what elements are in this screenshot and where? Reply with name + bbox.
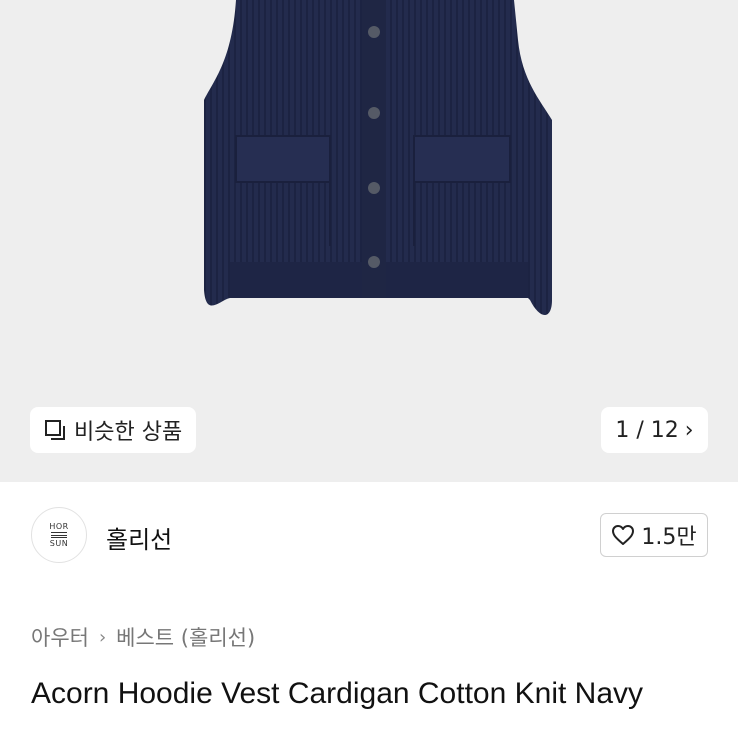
vest-button [368,107,380,119]
store-logo[interactable]: HOR SUN [31,507,87,563]
like-count: 1.5만 [641,525,697,550]
vest-button [368,26,380,38]
breadcrumb-item-vest[interactable]: 베스트 (홀리선) [116,622,255,652]
chevron-right-icon: › [98,626,107,648]
product-title: Acorn Hoodie Vest Cardigan Cotton Knit N… [31,677,643,710]
like-button[interactable]: 1.5만 [600,513,708,557]
breadcrumb-item-outer[interactable]: 아우터 [31,622,89,652]
product-image[interactable]: 비슷한 상품 1 / 12 › [0,0,738,482]
chevron-right-icon: › [684,417,694,443]
similar-products-button[interactable]: 비슷한 상품 [30,407,197,453]
breadcrumb: 아우터 › 베스트 (홀리선) [31,622,255,652]
square-stack-icon [44,419,66,441]
image-counter: 1 / 12 [615,417,679,443]
similar-products-label: 비슷한 상품 [74,420,183,445]
heart-icon [611,524,635,546]
image-counter-button[interactable]: 1 / 12 › [601,407,708,453]
store-name[interactable]: 홀리선 [106,520,172,555]
vest-button [368,182,380,194]
store-row: HOR SUN 홀리선 1.5만 [0,482,738,590]
vest-button [368,256,380,268]
